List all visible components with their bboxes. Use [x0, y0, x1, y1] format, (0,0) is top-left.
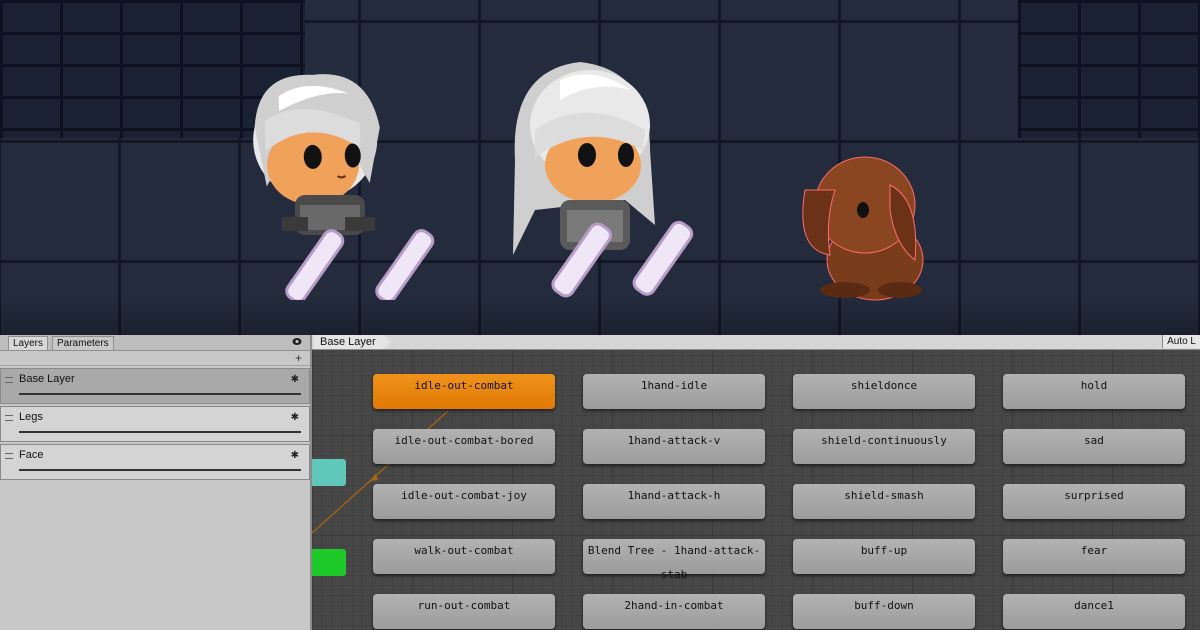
- entry-node[interactable]: [312, 459, 346, 486]
- layer-label: Base Layer: [19, 373, 75, 385]
- state-node[interactable]: 1hand-idle: [583, 374, 765, 409]
- drag-handle-icon[interactable]: [5, 377, 13, 383]
- game-viewport: [0, 0, 1200, 335]
- state-machine-graph[interactable]: Base Layer Auto L idle-out-combat idle-ou…: [312, 335, 1200, 630]
- state-node[interactable]: shieldonce: [793, 374, 975, 409]
- auto-live-link-toggle[interactable]: Auto L: [1162, 335, 1200, 348]
- state-node[interactable]: shield-smash: [793, 484, 975, 519]
- state-node[interactable]: 1hand-attack-h: [583, 484, 765, 519]
- state-node[interactable]: walk-out-combat: [373, 539, 555, 574]
- state-node[interactable]: buff-up: [793, 539, 975, 574]
- state-node[interactable]: run-out-combat: [373, 594, 555, 629]
- layer-toolbar: +: [0, 351, 310, 366]
- tab-parameters[interactable]: Parameters: [52, 336, 114, 350]
- layer-weight-bar: [19, 393, 301, 395]
- layer-item-legs[interactable]: Legs ✱: [0, 406, 310, 442]
- drag-handle-icon[interactable]: [5, 453, 13, 459]
- state-node[interactable]: idle-out-combat-joy: [373, 484, 555, 519]
- state-node[interactable]: fear: [1003, 539, 1185, 574]
- state-node[interactable]: 1hand-attack-v: [583, 429, 765, 464]
- layer-label: Legs: [19, 411, 43, 423]
- state-node[interactable]: 2hand-in-combat: [583, 594, 765, 629]
- state-node[interactable]: buff-down: [793, 594, 975, 629]
- eye-icon[interactable]: [292, 337, 302, 346]
- layer-item-base[interactable]: Base Layer ✱: [0, 368, 310, 404]
- tab-layers[interactable]: Layers: [8, 336, 49, 350]
- animator-window: Layers Parameters + Base Layer ✱ Legs ✱ …: [0, 335, 1200, 630]
- any-state-node[interactable]: [312, 549, 346, 576]
- state-node[interactable]: Blend Tree - 1hand-attack-stab: [583, 539, 765, 581]
- state-node[interactable]: sad: [1003, 429, 1185, 464]
- breadcrumb-base-layer[interactable]: Base Layer: [314, 335, 392, 349]
- default-state-node[interactable]: idle-out-combat: [373, 374, 555, 409]
- gear-icon[interactable]: ✱: [291, 412, 299, 423]
- gear-icon[interactable]: ✱: [291, 450, 299, 461]
- layer-weight-bar: [19, 469, 301, 471]
- breadcrumb: Base Layer Auto L: [312, 335, 1200, 350]
- layers-panel: Layers Parameters + Base Layer ✱ Legs ✱ …: [0, 335, 312, 630]
- state-node[interactable]: shield-continuously: [793, 429, 975, 464]
- state-node[interactable]: hold: [1003, 374, 1185, 409]
- layer-item-face[interactable]: Face ✱: [0, 444, 310, 480]
- knight-girl-standing: [513, 62, 694, 298]
- state-node[interactable]: idle-out-combat-bored: [373, 429, 555, 464]
- state-node[interactable]: surprised: [1003, 484, 1185, 519]
- gear-icon[interactable]: ✱: [291, 374, 299, 385]
- knight-girl-sitting: [253, 74, 435, 300]
- layer-weight-bar: [19, 431, 301, 433]
- layer-label: Face: [19, 449, 44, 461]
- brick-wall-right: [1018, 0, 1200, 138]
- panel-tabbar: Layers Parameters: [0, 335, 310, 351]
- drag-handle-icon[interactable]: [5, 415, 13, 421]
- floor-shadow: [0, 295, 1200, 335]
- brown-rabbit: [802, 156, 924, 301]
- add-layer-icon[interactable]: +: [295, 351, 302, 365]
- state-node[interactable]: dance1: [1003, 594, 1185, 629]
